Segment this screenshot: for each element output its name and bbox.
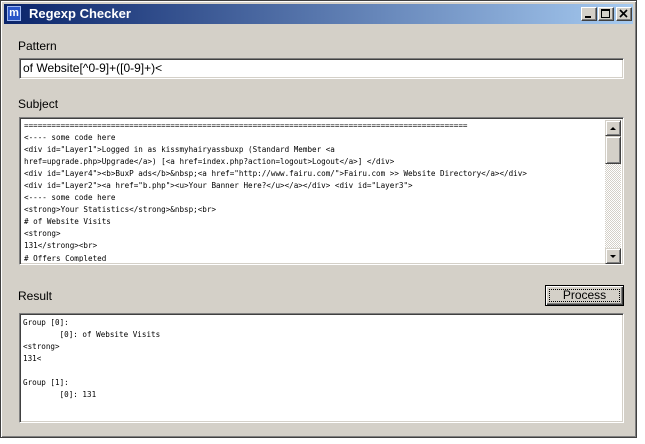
regexp-checker-window: m Regexp Checker Pattern of Website[^0-9… — [0, 0, 637, 438]
result-line: Group [1]: — [23, 378, 69, 388]
subject-label: Subject — [18, 97, 59, 111]
result-line: <strong> — [23, 342, 60, 352]
result-label: Result — [18, 289, 53, 303]
result-line: 131< — [23, 354, 42, 364]
subject-textarea[interactable]: ========================================… — [19, 117, 624, 265]
pattern-label: Pattern — [18, 39, 57, 53]
subject-text: ========================================… — [24, 120, 606, 262]
subject-line: <div id="Layer1">Logged in as kissmyhair… — [24, 145, 335, 155]
subject-line: ========================================… — [24, 121, 468, 130]
minimize-icon — [585, 16, 591, 18]
subject-line: <div id="Layer2"><a href="b.php"><u>Your… — [24, 181, 413, 191]
arrow-up-icon — [610, 127, 616, 130]
close-button[interactable] — [616, 7, 632, 21]
subject-line: <strong> — [24, 229, 61, 239]
subject-line: <---- some code here — [24, 133, 116, 143]
maximize-icon — [601, 9, 610, 18]
arrow-down-icon — [610, 255, 616, 258]
subject-line: <div id="Layer4"><b>BuxP ads</b>&nbsp;<a… — [24, 169, 527, 179]
app-icon: m — [7, 6, 21, 21]
subject-scrollbar[interactable] — [605, 120, 621, 264]
result-line: [0]: 131 — [23, 390, 97, 400]
subject-line: 131</strong><br> — [24, 241, 98, 251]
subject-line: <---- some code here — [24, 193, 116, 203]
subject-line: <strong>Your Statistics</strong>&nbsp;<b… — [24, 205, 217, 215]
result-line: Group [0]: — [23, 318, 69, 327]
subject-line: # Offers Completed — [24, 253, 107, 262]
scroll-up-button[interactable] — [605, 120, 621, 136]
scroll-down-button[interactable] — [605, 248, 621, 264]
scroll-thumb[interactable] — [605, 136, 621, 164]
result-line: [0]: of Website Visits — [23, 330, 161, 340]
pattern-input[interactable]: of Website[^0-9]+([0-9]+)< — [19, 58, 624, 79]
result-text: Group [0]: [0]: of Website Visits <strong… — [23, 317, 618, 421]
focus-rect — [549, 289, 620, 302]
subject-line: href=upgrade.php>Upgrade</a>) [<a href=i… — [24, 157, 395, 167]
minimize-button[interactable] — [581, 7, 597, 21]
result-textarea[interactable]: Group [0]: [0]: of Website Visits <strong… — [19, 313, 624, 423]
process-button[interactable]: Process — [545, 285, 624, 306]
subject-line: # of Website Visits — [24, 217, 111, 227]
title-bar[interactable]: m Regexp Checker — [4, 4, 633, 24]
maximize-button[interactable] — [598, 7, 614, 21]
window-title: Regexp Checker — [29, 6, 131, 21]
result-line — [23, 365, 618, 377]
close-icon — [619, 9, 628, 18]
